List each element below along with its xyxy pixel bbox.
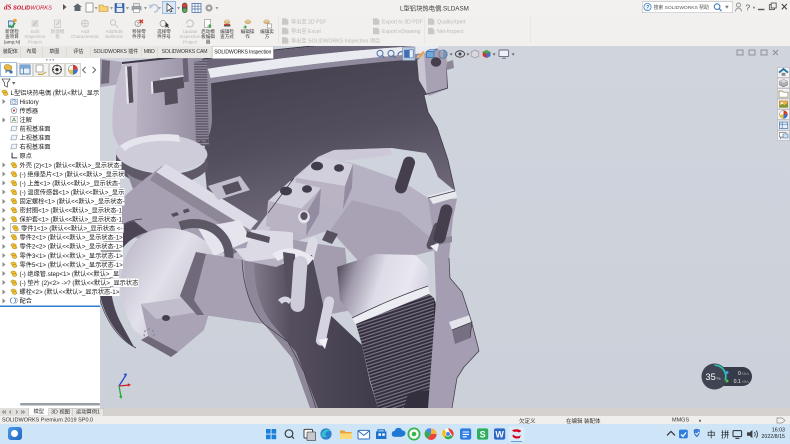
svg-text:Export to 3D PDF: Export to 3D PDF <box>382 20 423 26</box>
svg-text:A: A <box>12 118 16 124</box>
svg-text:?: ? <box>646 5 650 11</box>
svg-text:导出至 2D PDF: 导出至 2D PDF <box>291 18 326 26</box>
svg-text:SOLIDWORKS: SOLIDWORKS <box>13 6 52 12</box>
svg-text:导出至 SOLIDWORKS Inspection 项目: 导出至 SOLIDWORKS Inspection 项目 <box>291 36 380 44</box>
svg-text:0: 0 <box>738 371 741 377</box>
svg-text:S: S <box>480 430 486 440</box>
svg-text:7: 7 <box>137 22 140 27</box>
svg-text:?: ? <box>745 2 750 12</box>
svg-text:中: 中 <box>707 429 715 439</box>
svg-text:KB/s: KB/s <box>742 380 750 384</box>
svg-text:35: 35 <box>706 372 716 382</box>
svg-text:%: % <box>717 376 721 381</box>
svg-text:Net-Inspect: Net-Inspect <box>437 29 464 35</box>
svg-text:导出至 Excel: 导出至 Excel <box>291 27 321 35</box>
svg-text:拼: 拼 <box>721 429 729 439</box>
svg-text:KB/s: KB/s <box>742 372 750 376</box>
svg-text:dS: dS <box>4 4 12 12</box>
svg-text:Export eDrawing: Export eDrawing <box>382 29 420 35</box>
svg-text:0.1: 0.1 <box>734 379 741 385</box>
svg-text:搜索 SOLIDWORKS 帮助: 搜索 SOLIDWORKS 帮助 <box>654 4 710 11</box>
svg-text:QualityXpert: QualityXpert <box>437 20 466 26</box>
svg-text:W: W <box>495 430 504 440</box>
